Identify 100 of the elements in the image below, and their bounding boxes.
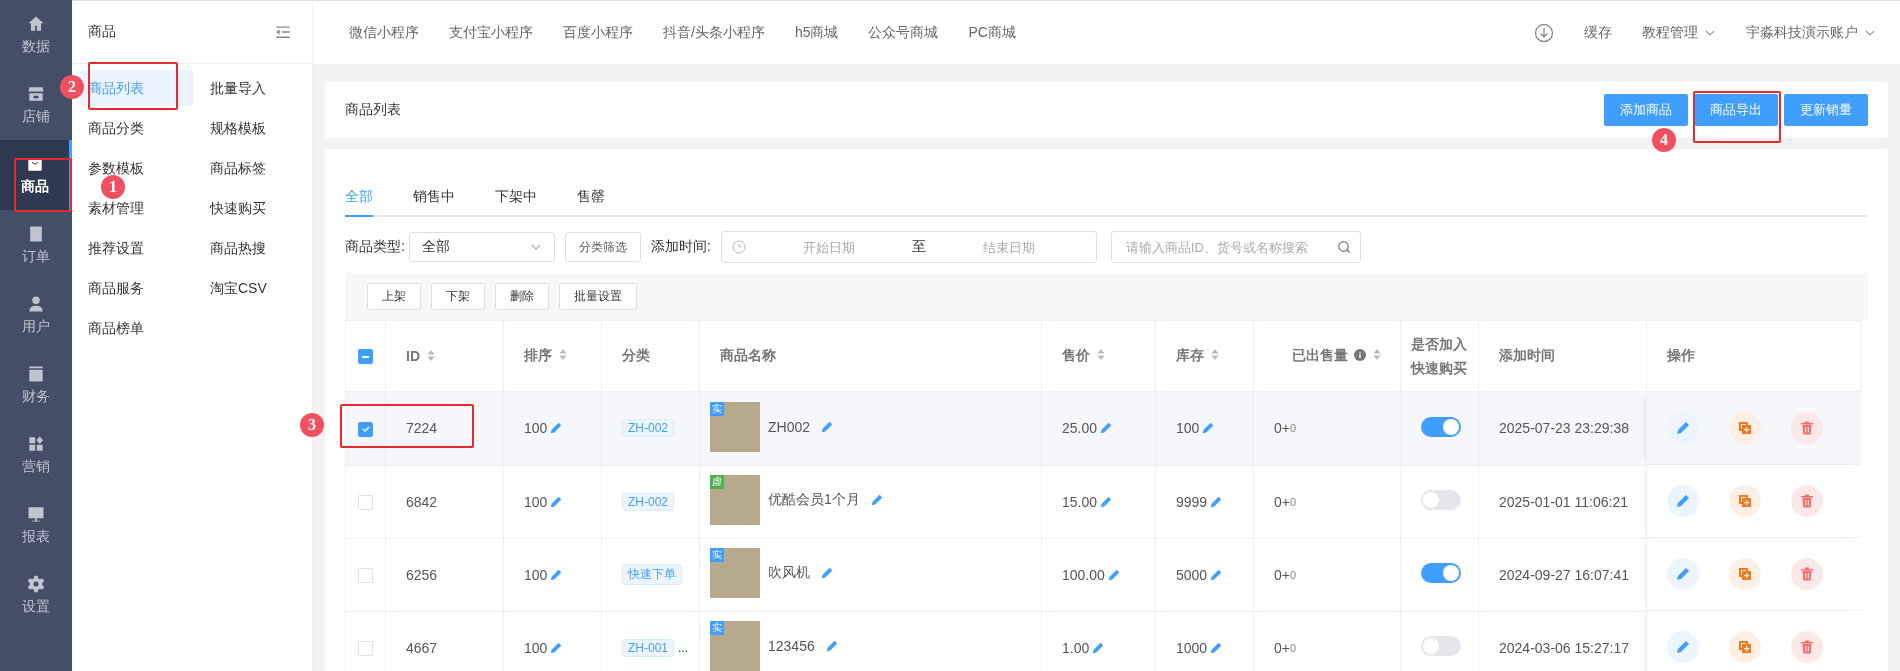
pencil-icon[interactable]	[1099, 421, 1114, 436]
bulk-action-button[interactable]: 上架	[367, 283, 421, 310]
sidebar-item[interactable]: 营销	[0, 420, 72, 490]
submenu-item[interactable]: 商品标签	[202, 150, 312, 186]
pencil-icon[interactable]	[824, 639, 839, 653]
category-tag: ZH-001	[622, 638, 674, 657]
channel-link[interactable]: 微信小程序	[349, 23, 419, 42]
sidebar-item[interactable]: 数据	[0, 0, 72, 70]
pencil-icon[interactable]	[1209, 567, 1224, 582]
column-header: 售价	[1041, 320, 1156, 392]
submenu-item[interactable]: 规格模板	[202, 110, 312, 146]
table-cell: 100	[524, 566, 548, 583]
pencil-icon[interactable]	[1201, 421, 1216, 436]
clock-icon	[731, 240, 746, 254]
submenu-item[interactable]: 推荐设置	[80, 230, 194, 266]
edit-button[interactable]	[1667, 558, 1699, 590]
cache-link[interactable]: 缓存	[1584, 23, 1612, 42]
delete-button[interactable]	[1791, 485, 1823, 517]
sort-icon[interactable]	[426, 349, 436, 362]
search-field[interactable]: 请输入商品ID、货号或名称搜索	[1110, 231, 1361, 263]
sidebar-item[interactable]: 报表	[0, 490, 72, 560]
tab[interactable]: 销售中	[413, 177, 455, 215]
sort-icon[interactable]	[1096, 348, 1106, 361]
trash-icon	[1799, 566, 1815, 582]
pencil-icon[interactable]	[820, 566, 834, 580]
submenu-item[interactable]: 商品服务	[80, 270, 194, 306]
trash-icon	[1799, 420, 1815, 436]
submenu-item[interactable]: 快速购买	[202, 190, 312, 226]
row-checkbox[interactable]	[358, 421, 373, 437]
submenu-item[interactable]: 商品榜单	[80, 310, 194, 346]
download-icon[interactable]	[1534, 22, 1554, 43]
bulk-action-button[interactable]: 删除	[495, 283, 549, 310]
channel-link[interactable]: 百度小程序	[563, 23, 633, 42]
pencil-icon[interactable]	[1099, 494, 1114, 509]
channel-link[interactable]: PC商城	[968, 23, 1016, 42]
date-range-field[interactable]: 开始日期 至 结束日期	[720, 231, 1097, 263]
type-select[interactable]: 全部	[408, 232, 555, 262]
table-cell: 15.00	[1062, 493, 1098, 510]
sort-icon[interactable]	[1210, 348, 1220, 361]
table-cell: 2024-03-06 15:27:17	[1499, 639, 1629, 656]
submenu-item[interactable]: 商品分类	[80, 110, 194, 146]
pencil-icon[interactable]	[1209, 640, 1224, 655]
dropdown-menu[interactable]: 教程管理	[1642, 23, 1716, 42]
collapse-icon[interactable]	[274, 23, 292, 41]
edit-button[interactable]	[1667, 485, 1699, 517]
chart-icon	[26, 504, 46, 524]
column-header: 是否加入快速购买	[1400, 320, 1479, 392]
category-tag: ZH-002	[622, 492, 674, 511]
copy-button[interactable]	[1729, 412, 1761, 444]
sort-icon[interactable]	[558, 348, 568, 361]
sidebar-item[interactable]: 订单	[0, 210, 72, 280]
tab[interactable]: 售罄	[577, 177, 605, 215]
sort-icon[interactable]	[1372, 348, 1382, 361]
toggle-switch[interactable]	[1421, 636, 1461, 656]
pencil-icon[interactable]	[1106, 567, 1121, 582]
dropdown-menu[interactable]: 宇淼科技演示账户	[1746, 23, 1876, 42]
toggle-switch[interactable]	[1421, 416, 1461, 437]
toggle-switch[interactable]	[1421, 490, 1461, 510]
table-cell: 0+	[1274, 420, 1290, 437]
delete-button[interactable]	[1791, 631, 1823, 663]
delete-button[interactable]	[1791, 412, 1823, 444]
delete-button[interactable]	[1791, 558, 1823, 590]
pencil-icon[interactable]	[1209, 494, 1224, 509]
channel-link[interactable]: 公众号商城	[868, 23, 939, 42]
yen-icon	[26, 364, 46, 384]
pencil-icon[interactable]	[869, 493, 884, 507]
column-header: 分类	[601, 320, 700, 392]
pencil-icon[interactable]	[549, 640, 564, 655]
table-cell: 0+	[1274, 639, 1290, 656]
channel-link[interactable]: 支付宝小程序	[449, 23, 533, 42]
sidebar-item[interactable]: 用户	[0, 280, 72, 350]
select-all-checkbox[interactable]	[358, 349, 373, 365]
submenu-item[interactable]: 商品热搜	[202, 230, 312, 266]
toggle-switch[interactable]	[1421, 563, 1461, 583]
sidebar-item[interactable]: 设置	[0, 560, 72, 630]
pencil-icon[interactable]	[549, 567, 564, 582]
submenu-item[interactable]: 批量导入	[202, 70, 312, 106]
sidebar-item[interactable]: 商品	[0, 140, 72, 210]
submenu-item[interactable]: 淘宝CSV	[202, 270, 312, 306]
copy-button[interactable]	[1729, 631, 1761, 663]
photo-placeholder	[710, 475, 760, 525]
channel-link[interactable]: 抖音/头条小程序	[663, 23, 765, 42]
bulk-action-button[interactable]: 下架	[431, 283, 485, 310]
table-cell: 100.00	[1062, 566, 1105, 583]
pencil-icon[interactable]	[549, 421, 564, 436]
filter-label: 添加时间:	[650, 238, 711, 256]
category-filter-button[interactable]: 分类筛选	[564, 232, 641, 262]
edit-button[interactable]	[1667, 631, 1699, 663]
tab[interactable]: 下架中	[495, 177, 537, 215]
sidebar-item[interactable]: 财务	[0, 350, 72, 420]
channel-link[interactable]: h5商城	[794, 23, 839, 42]
pencil-icon[interactable]	[820, 419, 835, 434]
copy-button[interactable]	[1729, 485, 1761, 517]
edit-button[interactable]	[1667, 412, 1699, 444]
pencil-icon[interactable]	[549, 494, 564, 509]
copy-button[interactable]	[1729, 558, 1761, 590]
table-cell: 6842	[406, 493, 438, 510]
table-cell: 100	[524, 420, 548, 437]
bulk-action-button[interactable]: 批量设置	[559, 283, 637, 310]
pencil-icon[interactable]	[1091, 640, 1106, 655]
